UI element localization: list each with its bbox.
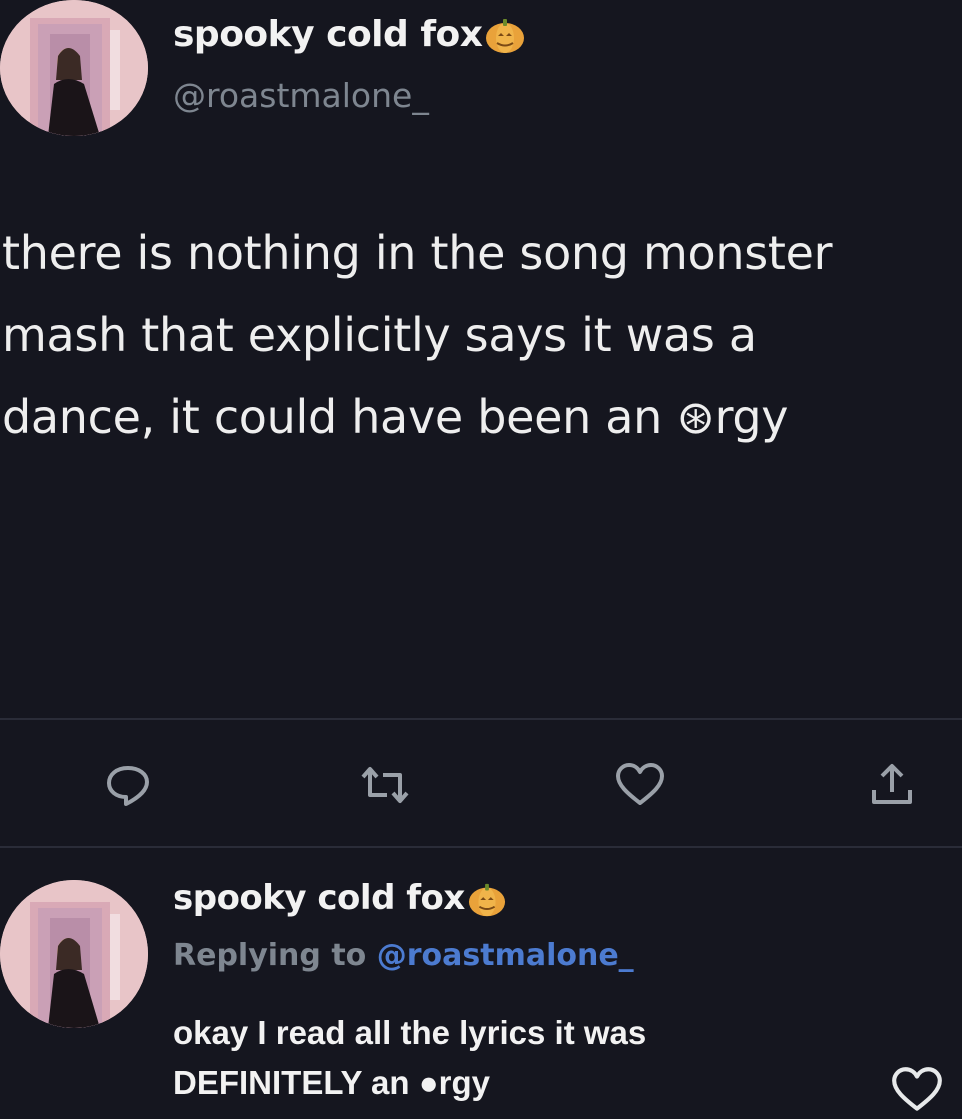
reply-like-button[interactable] [884, 1062, 950, 1118]
pumpkin-icon [486, 19, 525, 53]
main-tweet: spooky cold fox @roastmalone_ there is n… [0, 0, 962, 720]
divider [0, 718, 962, 720]
like-button[interactable] [610, 760, 670, 810]
reply-button[interactable] [98, 760, 158, 810]
avatar-photo [0, 0, 148, 136]
retweet-icon [361, 767, 409, 803]
handle[interactable]: @roastmalone_ [173, 76, 429, 115]
reply-text-line: DEFINITELY an ●rgy [173, 1064, 491, 1101]
display-name-text: spooky cold fox [173, 878, 465, 918]
speech-bubble-icon [107, 766, 149, 806]
tweet-text-line: mash that explicitly says it was a [2, 308, 757, 362]
replying-to-label: Replying to [173, 938, 377, 973]
reply-display-name[interactable]: spooky cold fox [173, 878, 507, 919]
heart-icon [892, 1067, 942, 1111]
reply-avatar[interactable] [0, 880, 148, 1028]
avatar-photo [0, 880, 148, 1028]
display-name-text: spooky cold fox [173, 14, 483, 55]
pumpkin-icon [468, 883, 505, 916]
display-name[interactable]: spooky cold fox [173, 14, 526, 56]
heart-icon [616, 763, 664, 805]
replying-to-handle[interactable]: @roastmalone_ [377, 938, 634, 973]
retweet-button[interactable] [355, 760, 415, 810]
divider [0, 846, 962, 848]
tweet-text: there is nothing in the song monster mas… [2, 212, 960, 458]
share-icon [872, 764, 912, 804]
tweet-text-line: there is nothing in the song monster [2, 226, 833, 280]
reply-text-line: okay I read all the lyrics it was [173, 1014, 647, 1051]
tweet-text-line: dance, it could have been an ⊛rgy [2, 390, 789, 444]
action-bar [0, 740, 962, 830]
reply-text: okay I read all the lyrics it was DEFINI… [173, 1008, 893, 1108]
share-button[interactable] [862, 760, 922, 810]
replying-to: Replying to @roastmalone_ [173, 938, 634, 973]
avatar[interactable] [0, 0, 148, 136]
